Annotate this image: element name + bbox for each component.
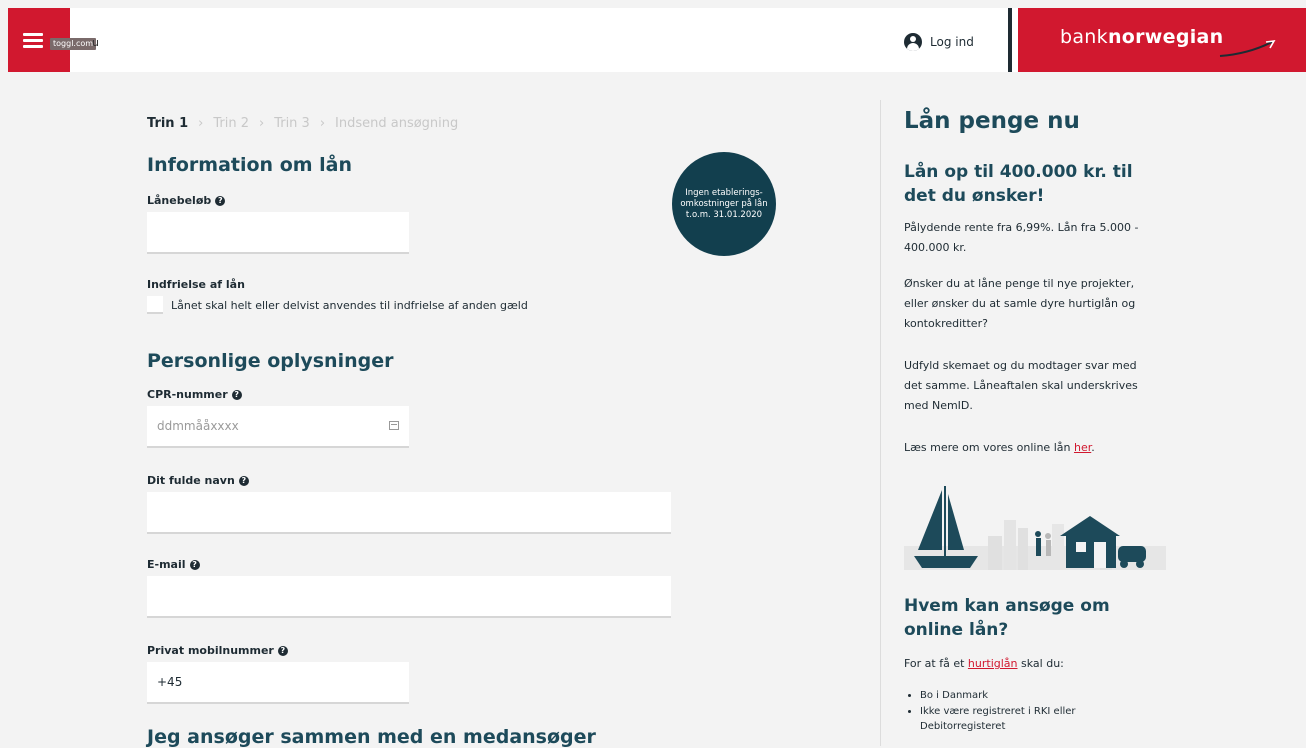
menu-label: u [92,36,99,49]
menu-button[interactable]: toggl.com [8,8,97,72]
top-header: toggl.com u Log ind banknorwegian [8,8,1306,72]
brand-separator [1008,8,1012,72]
application-form: Trin 1 › Trin 2 › Trin 3 › Indsend ansøg… [8,72,880,748]
menu-tooltip: toggl.com [50,38,97,50]
redemption-checkbox[interactable] [147,296,163,314]
personal-info-title: Personlige oplysninger [147,350,394,372]
chevron-right-icon: › [319,116,326,131]
brand-wordmark: banknorwegian [1060,26,1224,48]
read-more-link[interactable]: her [1074,441,1091,454]
cpr-input[interactable] [147,406,409,448]
redemption-label: Indfrielse af lån [147,278,245,291]
login-label: Log ind [930,35,974,49]
loan-info-title: Information om lån [147,154,353,176]
step-3: Trin 3 [274,116,310,131]
requirements-list: Bo i Danmark Ikke være registreret i RKI… [904,688,1160,735]
apply-text: Udfyld skemaet og du modtager svar med d… [904,359,1138,412]
hamburger-icon [23,33,43,48]
step-breadcrumb: Trin 1 › Trin 2 › Trin 3 › Indsend ansøg… [147,116,458,131]
help-icon[interactable]: ? [238,475,249,486]
brand-logo[interactable]: banknorwegian [1018,8,1306,72]
redemption-checkbox-label: Lånet skal helt eller delvist anvendes t… [171,298,528,312]
chevron-right-icon: › [258,116,265,131]
full-name-label: Dit fulde navn ? [147,474,249,487]
sidebar-subtitle: Lån op til 400.000 kr. til det du ønsker… [904,162,1133,206]
phone-label: Privat mobilnummer ? [147,644,288,657]
phone-input[interactable] [147,662,409,704]
email-input[interactable] [147,576,671,618]
user-icon [904,33,922,51]
intro-text: Ønsker du at låne penge til nye projekte… [904,277,1136,330]
page: toggl.com u Log ind banknorwegian Trin 1… [8,0,1306,748]
email-label: E-mail ? [147,558,200,571]
column-divider [880,100,881,746]
eligibility-title: Hvem kan ansøge om online lån? [904,596,1110,640]
requirement-item: Bo i Danmark [920,688,1160,703]
login-link[interactable]: Log ind [904,32,974,52]
sidebar-title: Lån penge nu [904,108,1080,134]
step-2: Trin 2 [213,116,249,131]
step-submit: Indsend ansøgning [335,116,459,131]
swoosh-logo-icon [1219,40,1276,57]
quick-loan-link[interactable]: hurtiglån [968,657,1018,670]
help-icon[interactable]: ? [277,645,288,656]
cpr-field [147,406,409,450]
step-1[interactable]: Trin 1 [147,116,188,131]
sailboat-house-car-illustration [904,486,1166,570]
rate-text: Pålydende rente fra 6,99%. Lån fra 5.000… [904,221,1139,254]
id-card-icon [389,421,399,430]
loan-amount-label: Lånebeløb ? [147,194,226,207]
co-applicant-title: Jeg ansøger sammen med en medansøger [147,726,596,748]
cpr-label: CPR-nummer ? [147,388,242,401]
chevron-right-icon: › [198,116,204,131]
promo-badge: Ingen etablerings-omkostninger på lån t.… [672,152,776,256]
redemption-option[interactable]: Lånet skal helt eller delvist anvendes t… [147,296,528,314]
loan-amount-input[interactable] [147,212,409,254]
requirement-item: Ikke være registreret i RKI eller Debito… [920,704,1160,734]
help-icon[interactable]: ? [189,559,200,570]
help-icon[interactable]: ? [215,195,226,206]
help-icon[interactable]: ? [231,389,242,400]
read-more-text: Læs mere om vores online lån her. [904,441,1095,454]
eligibility-text: For at få et hurtiglån skal du: [904,657,1064,670]
full-name-input[interactable] [147,492,671,534]
